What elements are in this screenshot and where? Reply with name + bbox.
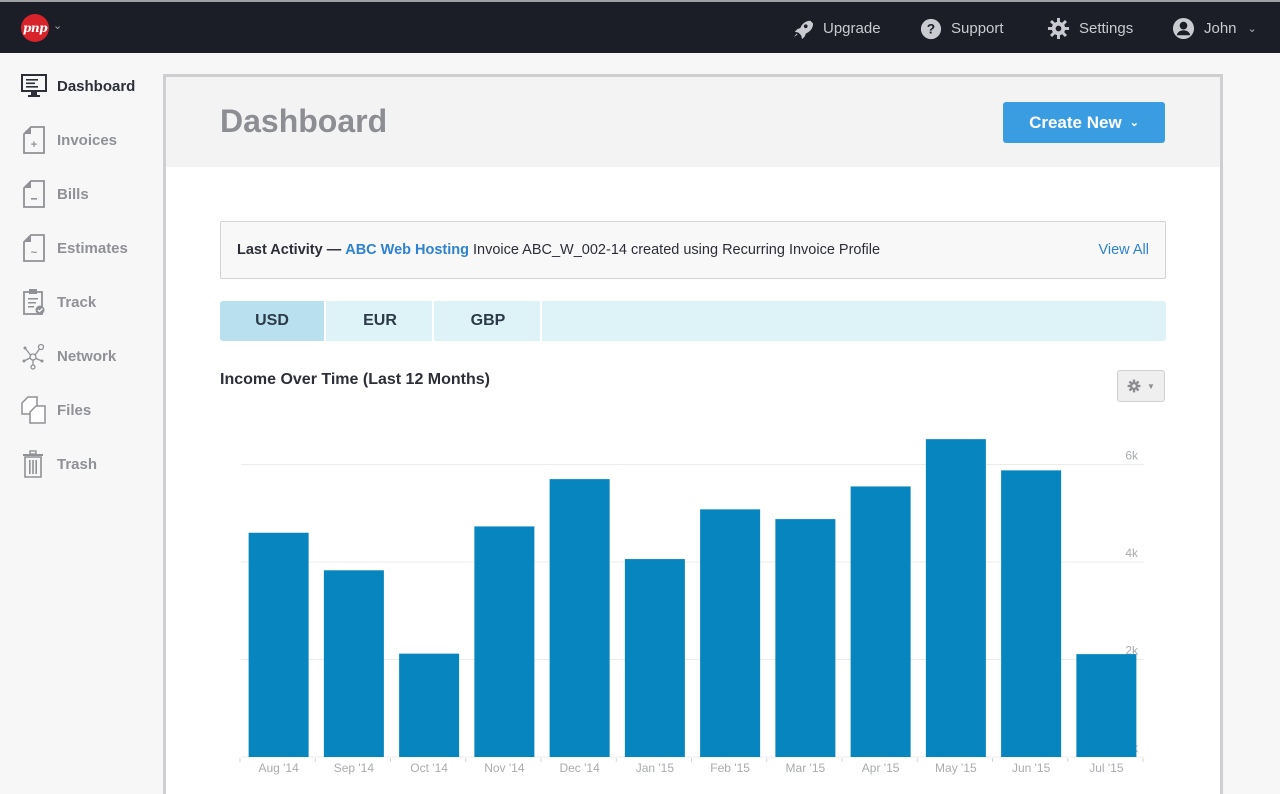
tab-usd[interactable]: USD [220, 301, 326, 341]
last-activity-bar: Last Activity — ABC Web Hosting Invoice … [220, 221, 1166, 279]
support-label: Support [951, 20, 1004, 37]
svg-text:~: ~ [31, 247, 38, 259]
tab-eur[interactable]: EUR [328, 301, 434, 341]
income-bar-chart: 0k2k4k6kAug '14Sep '14Oct '14Nov '14Dec … [239, 439, 1144, 775]
y-tick-label: 4k [1125, 546, 1139, 560]
document-minus-icon [21, 179, 47, 209]
settings-label: Settings [1079, 20, 1134, 37]
x-tick-label: Sep '14 [334, 761, 375, 775]
upgrade-label: Upgrade [823, 20, 881, 37]
top-navigation-bar: pnp ⌄ Upgrade ? Support Settings John ⌄ [0, 0, 1280, 53]
bar[interactable] [474, 526, 535, 757]
trash-icon [21, 449, 47, 479]
rocket-icon [793, 20, 814, 39]
x-tick-label: Jan '15 [636, 761, 675, 775]
x-tick-label: Feb '15 [710, 761, 750, 775]
chevron-down-icon: ⌄ [1247, 23, 1257, 35]
sidebar-item-label: Bills [57, 185, 89, 203]
svg-text:?: ? [927, 21, 935, 36]
y-tick-label: 6k [1125, 449, 1139, 463]
sidebar-item-bills[interactable]: Bills [21, 174, 161, 214]
app-logo[interactable]: pnp [21, 14, 49, 42]
gear-icon [1127, 379, 1141, 393]
bar[interactable] [850, 486, 911, 757]
x-tick-label: Jul '15 [1089, 761, 1124, 775]
monitor-icon [21, 71, 47, 101]
create-new-label: Create New [1029, 112, 1122, 132]
svg-text:+: + [31, 139, 37, 151]
bar[interactable] [700, 509, 761, 757]
last-activity-label: Last Activity — [237, 242, 342, 258]
page-header: Dashboard Create New ⌄ [166, 77, 1220, 167]
sidebar-item-label: Files [57, 401, 92, 419]
chevron-down-icon[interactable]: ⌄ [53, 19, 62, 32]
document-tilde-icon: ~ [21, 233, 47, 263]
view-all-link[interactable]: View All [1098, 242, 1149, 258]
user-name: John [1204, 20, 1237, 37]
question-circle-icon: ? [920, 18, 942, 39]
tab-gbp[interactable]: GBP [436, 301, 542, 341]
caret-down-icon: ▼ [1147, 381, 1155, 391]
sidebar-item-track[interactable]: Track [21, 282, 161, 322]
sidebar-item-label: Estimates [57, 239, 128, 257]
sidebar: Dashboard + Invoices Bills ~ Estimates T… [0, 53, 163, 786]
sidebar-item-label: Network [57, 347, 117, 365]
x-tick-label: Mar '15 [786, 761, 826, 775]
x-tick-label: Apr '15 [862, 761, 900, 775]
bar[interactable] [1001, 470, 1062, 757]
files-icon [21, 395, 47, 425]
x-tick-label: May '15 [935, 761, 977, 775]
currency-tabs: USD EUR GBP [220, 301, 1166, 341]
bar[interactable] [925, 439, 986, 757]
gear-icon [1047, 17, 1070, 40]
create-new-button[interactable]: Create New ⌄ [1003, 102, 1165, 143]
bar[interactable] [399, 653, 460, 757]
sidebar-item-label: Trash [57, 455, 98, 473]
sidebar-item-label: Track [57, 293, 97, 311]
x-tick-label: Dec '14 [559, 761, 600, 775]
user-avatar-icon [1172, 17, 1195, 40]
x-tick-label: Jun '15 [1012, 761, 1051, 775]
bar[interactable] [775, 519, 836, 757]
document-plus-icon: + [21, 125, 47, 155]
upgrade-link[interactable]: Upgrade [792, 2, 881, 55]
sidebar-item-dashboard[interactable]: Dashboard [21, 66, 161, 106]
sidebar-item-estimates[interactable]: ~ Estimates [21, 228, 161, 268]
user-menu[interactable]: John ⌄ [1172, 2, 1257, 55]
sidebar-item-trash[interactable]: Trash [21, 444, 161, 484]
x-tick-label: Aug '14 [258, 761, 299, 775]
chevron-down-icon: ⌄ [1129, 117, 1139, 129]
network-icon [21, 341, 47, 371]
bar[interactable] [1076, 654, 1137, 757]
bar[interactable] [248, 532, 309, 757]
chart-title: Income Over Time (Last 12 Months) [220, 371, 490, 388]
sidebar-item-files[interactable]: Files [21, 390, 161, 430]
sidebar-item-label: Dashboard [57, 77, 136, 95]
sidebar-item-network[interactable]: Network [21, 336, 161, 376]
settings-link[interactable]: Settings [1047, 2, 1133, 55]
page-title: Dashboard [220, 103, 388, 139]
x-tick-label: Oct '14 [410, 761, 448, 775]
clipboard-check-icon [21, 287, 47, 317]
activity-client-link[interactable]: ABC Web Hosting [345, 242, 469, 258]
x-tick-label: Nov '14 [484, 761, 525, 775]
bar[interactable] [549, 479, 610, 757]
support-link[interactable]: ? Support [920, 2, 1004, 55]
chart-settings-button[interactable]: ▼ [1117, 370, 1165, 402]
activity-text: Invoice ABC_W_002-14 created using Recur… [473, 242, 881, 258]
sidebar-item-invoices[interactable]: + Invoices [21, 120, 161, 160]
sidebar-item-label: Invoices [57, 131, 118, 149]
bar[interactable] [323, 570, 384, 757]
bar[interactable] [624, 559, 685, 757]
